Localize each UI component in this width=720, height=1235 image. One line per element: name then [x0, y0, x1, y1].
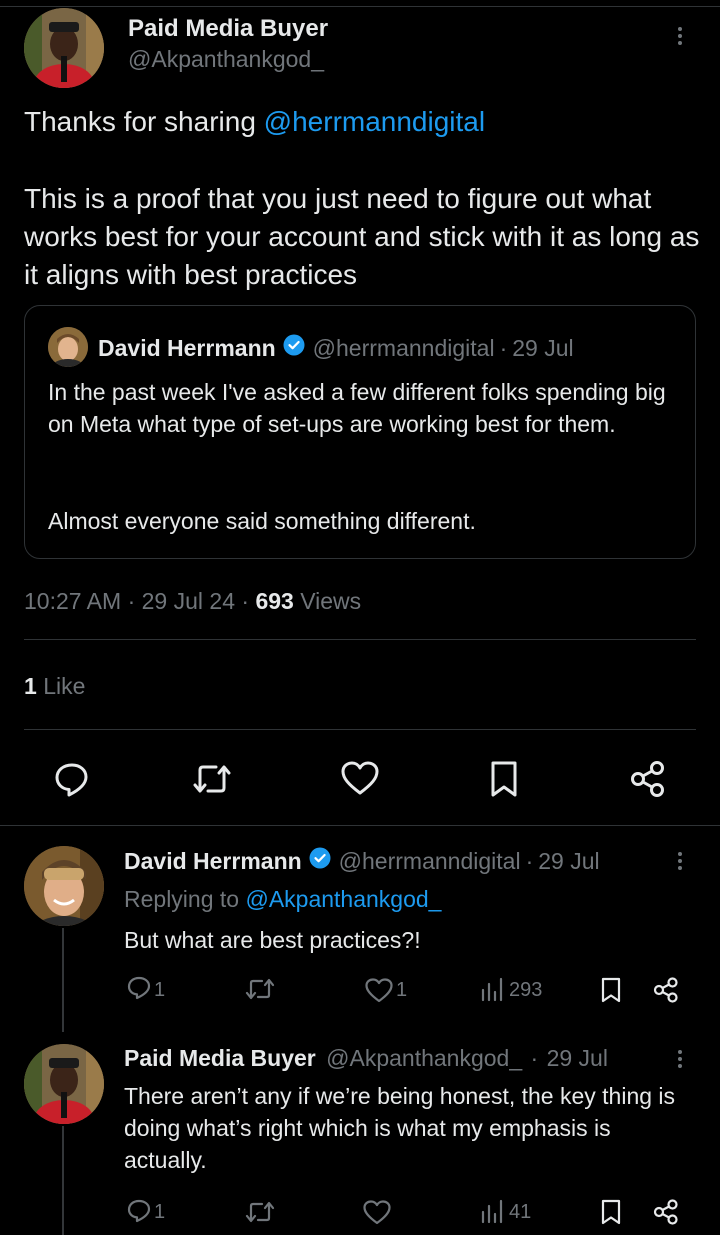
avatar-image — [24, 846, 104, 926]
quoted-header: David Herrmann @herrmanndigital · 29 Jul — [98, 334, 574, 362]
reply-text: There aren’t any if we’re being honest, … — [124, 1083, 676, 1173]
share-icon[interactable] — [652, 976, 680, 1004]
quoted-paragraph-2: Almost everyone said something different… — [48, 508, 476, 534]
author-handle[interactable]: @Akpanthankgod_ — [128, 46, 324, 73]
mention-link[interactable]: @herrmanndigital — [264, 106, 485, 137]
tweet-date[interactable]: 29 Jul 24 — [142, 588, 235, 614]
views-count: 41 — [509, 1201, 532, 1223]
more-icon[interactable] — [677, 24, 683, 52]
separator: · — [530, 1045, 539, 1071]
top-divider — [0, 6, 720, 7]
reply-icon[interactable] — [126, 1198, 152, 1224]
more-icon[interactable] — [677, 1047, 683, 1075]
reply-header: Paid Media Buyer @Akpanthankgod_ · 29 Ju… — [124, 1045, 608, 1072]
tweet-text-prefix: Thanks for sharing — [24, 106, 264, 137]
quoted-avatar-image — [48, 327, 88, 367]
avatar-image — [24, 1044, 104, 1124]
bookmark-icon[interactable] — [488, 759, 520, 799]
thread-line — [62, 1126, 64, 1235]
views-count: 293 — [509, 979, 543, 1001]
avatar-image — [24, 8, 104, 88]
verified-icon — [283, 334, 305, 362]
like-count: 1 — [396, 979, 408, 1001]
views-label: Views — [300, 588, 362, 614]
tweet-meta: 10:27 AM · 29 Jul 24 · 693 Views — [24, 588, 361, 615]
retweet-icon[interactable] — [244, 976, 276, 1002]
avatar[interactable] — [24, 1044, 104, 1124]
replying-to: Replying to @Akpanthankgod_ — [124, 886, 441, 913]
share-icon[interactable] — [652, 1198, 680, 1226]
reply-author-handle[interactable]: @Akpanthankgod_ — [326, 1045, 522, 1071]
tweet-body: This is a proof that you just need to fi… — [24, 183, 700, 290]
retweet-icon[interactable] — [244, 1199, 276, 1225]
like-icon[interactable] — [362, 1199, 392, 1225]
reply-header: David Herrmann @herrmanndigital · 29 Jul — [124, 847, 600, 875]
separator: · — [241, 588, 250, 614]
avatar[interactable] — [24, 846, 104, 926]
quoted-avatar — [48, 327, 88, 367]
views-icon[interactable] — [480, 1198, 506, 1224]
reply-author-name[interactable]: David Herrmann — [124, 848, 302, 875]
like-icon[interactable] — [340, 760, 380, 796]
thread-line — [62, 928, 64, 1032]
quoted-author-handle[interactable]: @herrmanndigital — [313, 335, 495, 362]
reply-date[interactable]: 29 Jul — [547, 1045, 608, 1071]
reply-author-handle[interactable]: @herrmanndigital — [339, 848, 521, 875]
views-icon[interactable] — [480, 976, 506, 1002]
likes-count: 1 — [24, 673, 37, 699]
reply-icon[interactable] — [52, 759, 92, 799]
reply-count: 1 — [154, 1201, 166, 1223]
replying-to-handle[interactable]: @Akpanthankgod_ — [245, 886, 441, 912]
bookmark-icon[interactable] — [600, 1198, 622, 1226]
separator: · — [525, 847, 534, 874]
separator: · — [127, 588, 136, 614]
reply-author-name[interactable]: Paid Media Buyer — [124, 1045, 316, 1071]
quoted-author-name[interactable]: David Herrmann — [98, 335, 276, 362]
likes-summary[interactable]: 1 Like — [24, 673, 85, 700]
likes-label: Like — [43, 673, 86, 699]
separator: · — [499, 334, 508, 361]
tweet-time[interactable]: 10:27 AM — [24, 588, 121, 614]
divider — [24, 729, 696, 730]
reply-icon[interactable] — [126, 975, 152, 1001]
verified-icon — [309, 847, 331, 875]
quoted-date[interactable]: 29 Jul — [512, 335, 573, 362]
avatar[interactable] — [24, 8, 104, 88]
quoted-paragraph-1: In the past week I've asked a few differ… — [48, 379, 666, 437]
like-icon[interactable] — [364, 977, 394, 1003]
more-icon[interactable] — [677, 849, 683, 877]
divider — [24, 639, 696, 640]
bookmark-icon[interactable] — [600, 976, 622, 1004]
reply-text: But what are best practices?! — [124, 927, 421, 953]
reply-count: 1 — [154, 979, 166, 1001]
replying-to-label: Replying to — [124, 886, 240, 912]
reply-date[interactable]: 29 Jul — [538, 848, 599, 875]
retweet-icon[interactable] — [190, 760, 234, 798]
views-count: 693 — [255, 588, 294, 614]
author-name[interactable]: Paid Media Buyer — [128, 15, 328, 43]
tweet-text-line1: Thanks for sharing @herrmanndigital — [24, 104, 485, 140]
share-icon[interactable] — [628, 759, 668, 799]
divider — [0, 825, 720, 826]
